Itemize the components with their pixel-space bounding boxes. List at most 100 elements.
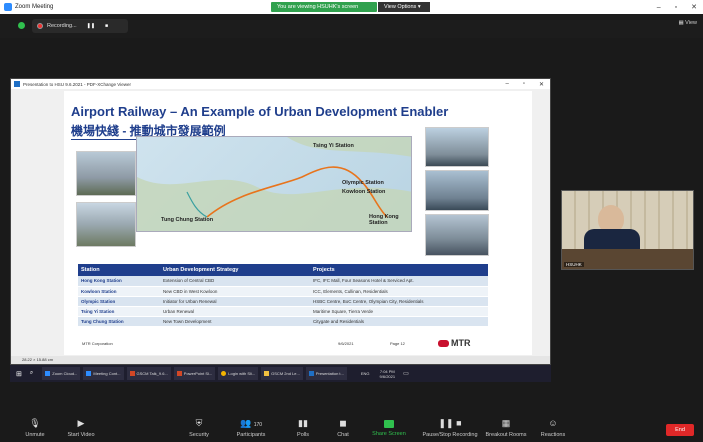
table-row: Tung Chung Station New Town Development … bbox=[78, 316, 488, 327]
table-row: Olympic Station Initiator for Urban Rene… bbox=[78, 296, 488, 307]
cell-station: Hong Kong Station bbox=[78, 276, 160, 287]
windows-taskbar: ⊞ ⌕ Zoom Cloud... Meeting Cont... GSCM T… bbox=[10, 365, 551, 382]
zoom-logo-icon bbox=[4, 3, 12, 11]
viewer-titlebar: Presentation to HSU 9.6.2021 - PDF-XChan… bbox=[11, 79, 550, 89]
end-meeting-button[interactable]: End bbox=[666, 424, 694, 436]
header-strategy: Urban Development Strategy bbox=[160, 264, 310, 276]
chrome-icon bbox=[221, 371, 227, 376]
footer-corp: MTR Corporation bbox=[82, 341, 113, 346]
zoom-app-icon bbox=[86, 371, 92, 376]
mtr-logo-icon bbox=[438, 340, 449, 347]
footer-page: Page 12 bbox=[390, 341, 405, 346]
cell-projects: Maritime Square, Tierra Verde bbox=[310, 306, 488, 317]
windows-start-icon[interactable]: ⊞ bbox=[16, 370, 22, 378]
microphone-muted-icon: 🎙 bbox=[29, 418, 41, 428]
share-banner: You are viewing HSUHK's screen bbox=[271, 2, 377, 12]
cell-strategy: Initiator for Urban Renewal bbox=[160, 296, 310, 307]
participants-icon: 👥 170 bbox=[239, 418, 263, 428]
close-icon[interactable]: ✕ bbox=[691, 3, 697, 11]
view-button[interactable]: ▦ View bbox=[678, 20, 697, 26]
taskbar-item-meeting-controls[interactable]: Meeting Cont... bbox=[83, 367, 124, 380]
map-label-tung-chung: Tung Chung Station bbox=[161, 217, 214, 223]
header-station: Station bbox=[78, 264, 160, 276]
pause-recording-button[interactable]: ❚❚ ■ Pause/Stop Recording bbox=[419, 418, 481, 438]
zoom-meeting-window: Zoom Meeting You are viewing HSUHK's scr… bbox=[0, 0, 703, 442]
breakout-grid-icon: ▦ bbox=[501, 418, 511, 428]
taskbar-item-zoom-cloud[interactable]: Zoom Cloud... bbox=[42, 367, 81, 380]
table-row: Tsing Yi Station Urban Renewal Maritime … bbox=[78, 306, 488, 317]
notifications-icon[interactable]: ▭ bbox=[403, 370, 409, 377]
security-shield-icon[interactable] bbox=[18, 22, 25, 29]
breakout-rooms-button[interactable]: ▦ Breakout Rooms bbox=[481, 418, 531, 438]
pdf-app-icon bbox=[308, 371, 314, 376]
cell-projects: IFC, IFC Mall, Four Seasons Hotel & Serv… bbox=[310, 276, 488, 287]
window-title: Zoom Meeting bbox=[15, 4, 54, 10]
taskbar-lang[interactable]: ENG bbox=[361, 371, 370, 376]
taskbar-item-login[interactable]: Login with Sli... bbox=[218, 367, 259, 380]
cell-strategy: Extension of Central CBD bbox=[160, 276, 310, 287]
cell-station: Kowloon Station bbox=[78, 286, 160, 297]
share-screen-icon bbox=[384, 420, 394, 428]
reactions-icon: ☺ bbox=[548, 418, 558, 428]
taskbar-clock[interactable]: 7:04 PM 9/6/2021 bbox=[380, 369, 396, 379]
document-icon bbox=[264, 371, 270, 376]
photo-tung-chung-town bbox=[76, 202, 136, 247]
taskbar-item-presentation[interactable]: Presentation t... bbox=[305, 367, 347, 380]
start-video-button[interactable]: ▶ Start Video bbox=[56, 418, 106, 438]
video-muted-icon: ▶ bbox=[77, 418, 85, 428]
cell-strategy: Urban Renewal bbox=[160, 306, 310, 317]
map-label-olympic: Olympic Station bbox=[342, 180, 384, 186]
window-controls: – ▫ ✕ bbox=[657, 0, 697, 14]
station-table: Station Urban Development Strategy Proje… bbox=[78, 264, 488, 327]
taskbar-item-gscm-talk[interactable]: GSCM Talk_9.6... bbox=[126, 367, 171, 380]
recording-indicator: Recording... ❚❚ ■ bbox=[32, 19, 128, 33]
unmute-button[interactable]: 🎙 Unmute bbox=[10, 418, 60, 438]
viewer-title: Presentation to HSU 9.6.2021 - PDF-XChan… bbox=[23, 81, 131, 87]
zoom-app-icon bbox=[45, 371, 51, 376]
viewer-minimize-icon[interactable]: – bbox=[505, 81, 508, 87]
participant-name: HSUHK bbox=[564, 262, 584, 267]
minimize-icon[interactable]: – bbox=[657, 4, 661, 11]
search-icon[interactable]: ⌕ bbox=[30, 370, 33, 377]
photo-tung-chung-towers bbox=[76, 151, 136, 196]
cell-station: Tung Chung Station bbox=[78, 316, 160, 327]
cell-projects: ICC, Elements, Cullinan, Residentials bbox=[310, 286, 488, 297]
viewer-window-controls: – ▫ ✕ bbox=[505, 79, 544, 89]
pdf-viewer-window: Presentation to HSU 9.6.2021 - PDF-XChan… bbox=[10, 78, 551, 365]
stop-recording-icon[interactable]: ■ bbox=[105, 23, 108, 29]
pause-stop-icon: ❚❚ ■ bbox=[438, 418, 462, 428]
table-row: Kowloon Station New CBD in West Kowloon … bbox=[78, 286, 488, 297]
map-label-hong-kong: Hong Kong Station bbox=[369, 214, 399, 226]
participants-button[interactable]: 👥 170 Participants bbox=[226, 418, 276, 438]
cell-strategy: New Town Development bbox=[160, 316, 310, 327]
polls-icon: ▮▮ bbox=[298, 418, 308, 428]
zoom-titlebar: Zoom Meeting You are viewing HSUHK's scr… bbox=[0, 0, 703, 14]
mtr-logo-text: MTR bbox=[451, 338, 471, 348]
viewer-close-icon[interactable]: ✕ bbox=[539, 81, 544, 88]
participant-video[interactable]: HSUHK bbox=[561, 190, 694, 270]
meeting-toolbar: 🎙 Unmute ▶ Start Video ⛨ Security 👥 170 … bbox=[0, 414, 703, 442]
photo-olympic-station bbox=[425, 214, 489, 256]
footer-date: 9/6/2021 bbox=[338, 341, 354, 346]
table-header-row: Station Urban Development Strategy Proje… bbox=[78, 264, 488, 276]
recording-label: Recording... bbox=[47, 23, 77, 29]
cell-projects: Citygate and Residentials bbox=[310, 316, 488, 327]
viewer-maximize-icon[interactable]: ▫ bbox=[523, 81, 525, 87]
taskbar-item-powerpoint[interactable]: PowerPoint Sl... bbox=[173, 367, 216, 380]
table-row: Hong Kong Station Extension of Central C… bbox=[78, 276, 488, 287]
shield-icon: ⛨ bbox=[195, 418, 203, 428]
reactions-button[interactable]: ☺ Reactions bbox=[528, 418, 578, 438]
photo-kowloon-station bbox=[425, 170, 489, 211]
chat-icon: ◼ bbox=[339, 418, 347, 428]
maximize-icon[interactable]: ▫ bbox=[675, 4, 677, 11]
share-screen-button[interactable]: Share Screen bbox=[364, 418, 414, 437]
security-button[interactable]: ⛨ Security bbox=[174, 418, 224, 438]
taskbar-item-gscm-2nd[interactable]: GSCM 2nd Le... bbox=[261, 367, 303, 380]
pause-recording-icon[interactable]: ❚❚ bbox=[87, 23, 95, 29]
powerpoint-icon bbox=[176, 371, 182, 376]
map-label-kowloon: Kowloon Station bbox=[342, 189, 386, 195]
powerpoint-icon bbox=[129, 371, 135, 376]
chat-button[interactable]: ◼ Chat bbox=[318, 418, 368, 438]
map-label-tsing-yi: Tsing Yi Station bbox=[313, 143, 354, 149]
view-options-button[interactable]: View Options ▾ bbox=[378, 2, 430, 12]
